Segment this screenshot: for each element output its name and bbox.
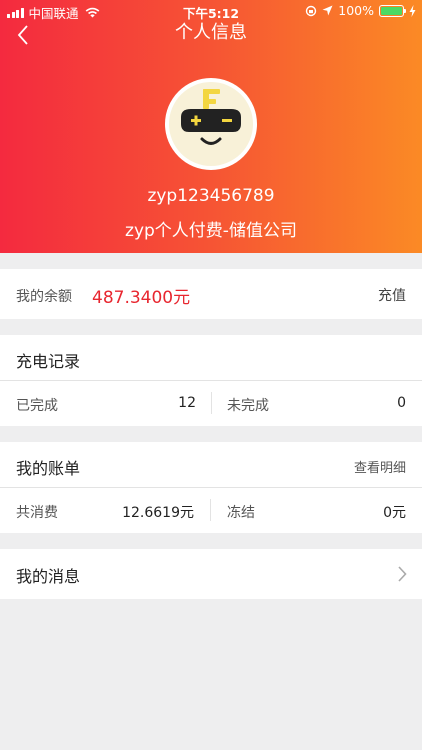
chevron-right-icon (398, 566, 407, 582)
location-icon (322, 5, 333, 16)
balance-amount: 487.3400元 (92, 288, 191, 308)
view-details-link[interactable]: 查看明细 (354, 457, 406, 476)
charge-records-title: 充电记录 (16, 352, 81, 371)
bills-card: 我的账单 查看明细 共消费 12.6619元 冻结 0元 (0, 442, 422, 533)
company-name: zyp个人付费-储值公司 (125, 221, 297, 241)
completed-count: 12 (178, 395, 196, 411)
divider (0, 380, 422, 381)
total-spent-value: 12.6619元 (122, 505, 194, 521)
bills-title: 我的账单 (16, 459, 81, 478)
messages-row[interactable]: 我的消息 (0, 549, 422, 599)
messages-title: 我的消息 (16, 567, 81, 586)
divider (0, 487, 422, 488)
charge-records-card[interactable]: 充电记录 已完成 12 未完成 0 (0, 335, 422, 426)
recharge-button[interactable]: 充值 (378, 285, 406, 305)
divider (211, 392, 212, 414)
page-title: 个人信息 (175, 22, 247, 43)
total-spent-label: 共消费 (16, 505, 58, 521)
completed-label: 已完成 (16, 398, 58, 414)
balance-label: 我的余额 (16, 289, 72, 305)
frozen-label: 冻结 (227, 505, 255, 521)
profile-header: 中国联通 下午5:12 100% 个人信息 zyp123456789 zyp个人… (0, 0, 422, 253)
avatar[interactable] (165, 78, 257, 170)
balance-card: 我的余额 487.3400元 充值 (0, 269, 422, 319)
nav-bar: 个人信息 (0, 22, 422, 45)
battery-icon (379, 4, 406, 17)
pending-count: 0 (397, 395, 406, 411)
pending-label: 未完成 (227, 398, 269, 414)
frozen-value: 0元 (383, 505, 406, 521)
battery-percent: 100% (338, 3, 374, 18)
charging-icon (409, 4, 416, 17)
orientation-lock-icon (306, 5, 317, 16)
divider (210, 499, 211, 521)
username: zyp123456789 (147, 186, 275, 206)
status-bar: 中国联通 下午5:12 100% (0, 0, 422, 22)
gamepad-mascot-icon (181, 89, 241, 145)
